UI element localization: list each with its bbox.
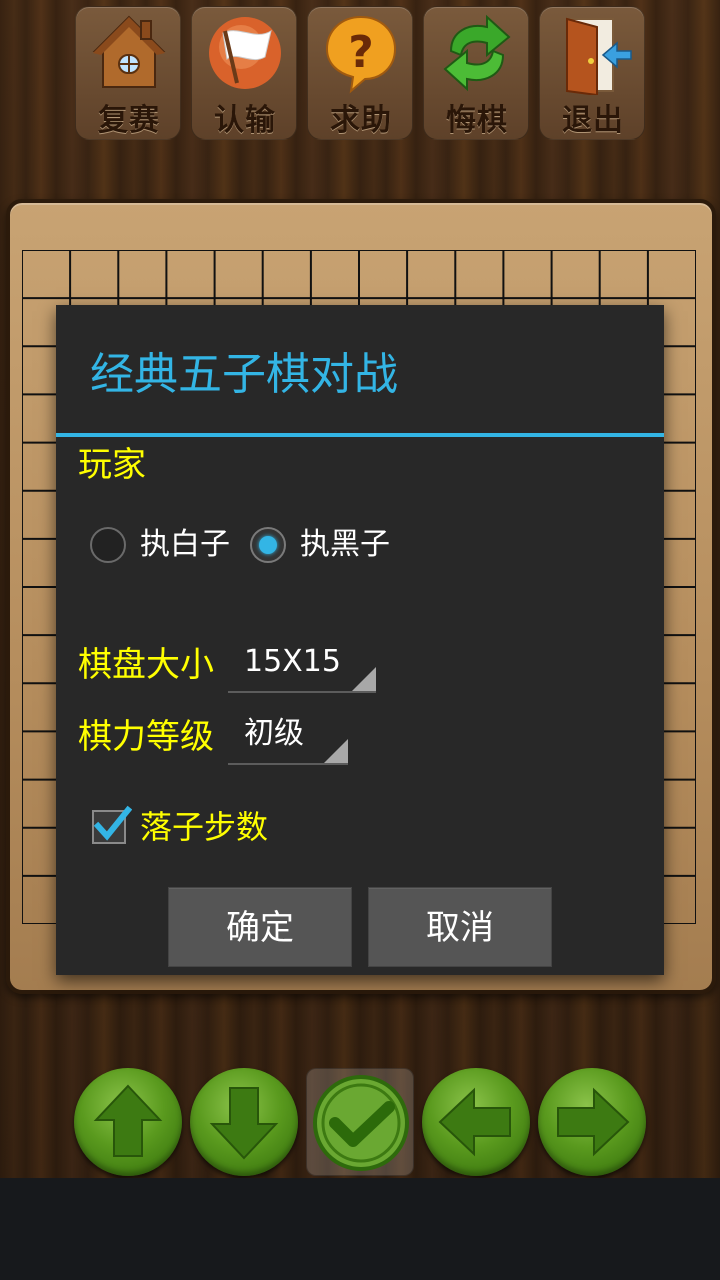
player-label: 玩家: [78, 445, 146, 485]
move-left-button[interactable]: [422, 1068, 530, 1176]
ok-button[interactable]: 确定: [168, 887, 352, 967]
confirm-button[interactable]: [306, 1068, 414, 1176]
exit-label: 退出: [562, 103, 624, 138]
undo-button[interactable]: 悔棋: [423, 6, 529, 140]
rematch-label: 复赛: [98, 103, 160, 138]
title-divider: [56, 433, 664, 437]
board-size-label: 棋盘大小: [78, 645, 214, 685]
arrow-down-icon: [209, 1087, 279, 1160]
system-nav-bar: [0, 1178, 720, 1280]
svg-text:?: ?: [348, 27, 374, 78]
undo-label: 悔棋: [446, 103, 508, 138]
board-size-value: 15X15: [244, 644, 341, 679]
exit-door-icon: [566, 17, 632, 95]
checkmark-icon: [93, 805, 132, 841]
move-right-button[interactable]: [538, 1068, 646, 1176]
undo-arrows-icon: [443, 14, 511, 92]
help-label: 求助: [330, 103, 392, 138]
question-icon: ?: [325, 15, 397, 94]
surrender-label: 认输: [214, 103, 276, 138]
board-size-select[interactable]: 15X15: [228, 635, 376, 693]
move-down-button[interactable]: [190, 1068, 298, 1176]
surrender-button[interactable]: 认输: [191, 6, 297, 140]
show-steps-checkbox[interactable]: [92, 805, 132, 844]
level-value: 初级: [244, 716, 304, 751]
arrow-up-icon: [93, 1084, 163, 1157]
radio-black-label[interactable]: 执黑子: [300, 523, 390, 567]
cancel-button[interactable]: 取消: [368, 887, 552, 967]
show-steps-label[interactable]: 落子步数: [140, 803, 268, 851]
radio-white[interactable]: [90, 527, 126, 563]
help-button[interactable]: ? 求助: [307, 6, 413, 140]
level-select[interactable]: 初级: [228, 707, 348, 765]
arrow-left-icon: [438, 1087, 511, 1157]
dropdown-corner-icon: [352, 667, 376, 691]
rematch-button[interactable]: 复赛: [75, 6, 181, 140]
move-up-button[interactable]: [74, 1068, 182, 1176]
dialog-title: 经典五子棋对战: [90, 349, 398, 400]
checkmark-icon: [313, 1075, 409, 1171]
radio-black[interactable]: [250, 527, 286, 563]
white-flag-icon: [209, 17, 281, 89]
game-settings-dialog: 经典五子棋对战 玩家 执白子 执黑子 棋盘大小 15X15 棋力等级 初级 落子…: [56, 305, 664, 975]
exit-button[interactable]: 退出: [539, 6, 645, 140]
dropdown-corner-icon: [324, 739, 348, 763]
arrow-right-icon: [557, 1087, 630, 1157]
level-label: 棋力等级: [78, 717, 214, 757]
house-icon: [92, 15, 166, 88]
radio-white-label[interactable]: 执白子: [140, 523, 230, 567]
